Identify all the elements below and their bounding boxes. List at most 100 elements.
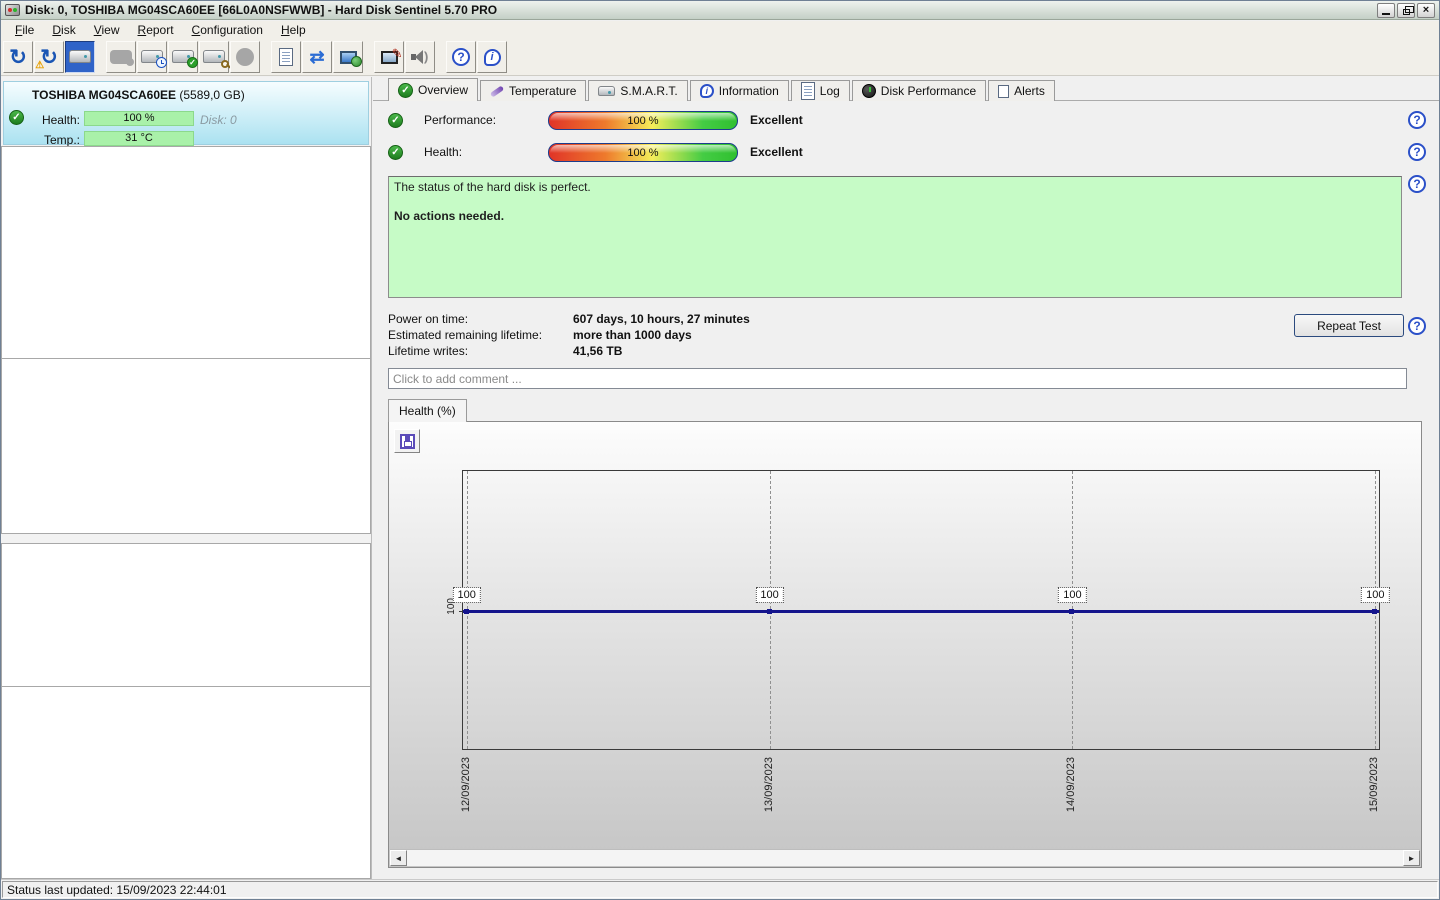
toolbar-disk-overview-button[interactable] bbox=[65, 41, 95, 73]
disk-capacity: (5589,0 GB) bbox=[179, 88, 244, 102]
disk-analyse-icon bbox=[203, 50, 225, 65]
titlebar: Disk: 0, TOSHIBA MG04SCA60EE [66L0A0NSFW… bbox=[1, 1, 1439, 20]
tab-label: Temperature bbox=[509, 84, 576, 98]
toolbar-refresh-button[interactable]: ↻ bbox=[3, 41, 33, 73]
health-rating: Excellent bbox=[750, 145, 803, 159]
performance-bar: 100 % bbox=[548, 111, 738, 130]
power-on-label: Power on time: bbox=[388, 312, 573, 328]
status-line1: The status of the hard disk is perfect. bbox=[394, 180, 1396, 195]
power-on-value: 607 days, 10 hours, 27 minutes bbox=[573, 312, 750, 328]
close-button[interactable]: × bbox=[1417, 3, 1435, 18]
toolbar-disk-accept-button[interactable]: ✓ bbox=[168, 41, 198, 73]
tab-overview[interactable]: ✓Overview bbox=[388, 78, 478, 101]
sidebar-disk-item[interactable]: TOSHIBA MG04SCA60EE (5589,0 GB) ✓ Health… bbox=[3, 81, 369, 145]
writes-value: 41,56 TB bbox=[573, 344, 622, 360]
tab-label: Alerts bbox=[1014, 84, 1045, 98]
sidebar: TOSHIBA MG04SCA60EE (5589,0 GB) ✓ Health… bbox=[1, 77, 372, 881]
performance-row: ✓ Performance: 100 % Excellent bbox=[388, 110, 803, 130]
refresh-icon: ↻ bbox=[9, 47, 27, 68]
repeat-test-help-icon[interactable]: ? bbox=[1408, 317, 1426, 335]
performance-rating: Excellent bbox=[750, 113, 803, 127]
temperature-icon bbox=[490, 85, 504, 97]
performance-bar-value: 100 % bbox=[627, 115, 658, 127]
disk-performance-icon bbox=[862, 84, 876, 98]
toolbar-network-button[interactable] bbox=[333, 41, 363, 73]
status-text-box: The status of the hard disk is perfect. … bbox=[388, 176, 1402, 298]
chart-x-tick-label: 14/09/2023 bbox=[1065, 757, 1077, 812]
menu-configuration[interactable]: Configuration bbox=[183, 22, 272, 38]
menu-view[interactable]: View bbox=[85, 22, 129, 38]
toolbar-info-button[interactable]: i bbox=[477, 41, 507, 73]
toolbar-help-button[interactable]: ? bbox=[446, 41, 476, 73]
disk-health-label: Health: bbox=[10, 113, 80, 127]
tab-log[interactable]: Log bbox=[791, 80, 850, 101]
writes-label: Lifetime writes: bbox=[388, 344, 573, 360]
tab-label: Disk Performance bbox=[881, 84, 976, 98]
lifetime-label: Estimated remaining lifetime: bbox=[388, 328, 573, 344]
disk-temp-bar: 31 °C bbox=[84, 131, 194, 146]
menu-help[interactable]: Help bbox=[272, 22, 315, 38]
tab-disk-performance[interactable]: Disk Performance bbox=[852, 80, 986, 101]
performance-help-icon[interactable]: ? bbox=[1408, 111, 1426, 129]
chart-scrollbar[interactable]: ◄ ► bbox=[390, 849, 1420, 866]
menu-file[interactable]: File bbox=[6, 22, 43, 38]
toolbar-sync-button[interactable]: ⇄ bbox=[302, 41, 332, 73]
report-icon bbox=[279, 48, 293, 66]
toolbar-preferences-button[interactable]: ✎ bbox=[374, 41, 404, 73]
disk-title: TOSHIBA MG04SCA60EE (5589,0 GB) bbox=[32, 88, 245, 102]
status-help-icon[interactable]: ? bbox=[1408, 175, 1426, 193]
repeat-test-button[interactable]: Repeat Test bbox=[1294, 314, 1404, 337]
chart-y-tick-mark bbox=[459, 611, 463, 612]
restore-button[interactable] bbox=[1397, 3, 1415, 18]
disk-temp-label: Temp.: bbox=[10, 133, 80, 147]
scroll-left-arrow-icon[interactable]: ◄ bbox=[390, 850, 407, 866]
tab-label: S.M.A.R.T. bbox=[620, 84, 677, 98]
tab-s-m-a-r-t[interactable]: S.M.A.R.T. bbox=[588, 80, 687, 101]
health-row: ✓ Health: 100 % Excellent bbox=[388, 142, 803, 162]
minimize-button[interactable] bbox=[1377, 3, 1395, 18]
menu-disk[interactable]: Disk bbox=[43, 22, 84, 38]
help-icon: ? bbox=[452, 48, 470, 66]
disk-index-label: Disk: 0 bbox=[200, 113, 237, 127]
health-help-icon[interactable]: ? bbox=[1408, 143, 1426, 161]
preferences-icon: ✎ bbox=[381, 51, 398, 64]
toolbar-detect-disks-button[interactable] bbox=[106, 41, 136, 73]
tab-temperature[interactable]: Temperature bbox=[480, 80, 586, 101]
s-m-a-r-t--icon bbox=[598, 86, 615, 96]
toolbar-refresh-alert-button[interactable]: ↻⚠ bbox=[34, 41, 64, 73]
chart-x-tick-label: 13/09/2023 bbox=[763, 757, 775, 812]
info-icon: i bbox=[484, 49, 501, 66]
chart-data-point bbox=[464, 609, 469, 614]
toolbar-disk-schedule-button[interactable] bbox=[137, 41, 167, 73]
toolbar-sound-button[interactable]: ) bbox=[405, 41, 435, 73]
sidebar-divider bbox=[2, 358, 370, 359]
chart-data-point bbox=[1372, 609, 1377, 614]
disk-schedule-icon bbox=[141, 50, 163, 65]
chart-plot: 100 10012/09/202310013/09/202310014/09/2… bbox=[462, 470, 1380, 750]
toolbar-surface-test-button[interactable] bbox=[230, 41, 260, 73]
tab-alerts[interactable]: Alerts bbox=[988, 80, 1055, 101]
scroll-right-arrow-icon[interactable]: ► bbox=[1403, 850, 1420, 866]
statusbar-text: Status last updated: 15/09/2023 22:44:01 bbox=[2, 881, 1438, 898]
minimize-icon bbox=[1382, 13, 1390, 15]
app-window: Disk: 0, TOSHIBA MG04SCA60EE [66L0A0NSFW… bbox=[0, 0, 1440, 900]
refresh-alert-icon: ↻⚠ bbox=[40, 47, 58, 68]
chart-container: 100 10012/09/202310013/09/202310014/09/2… bbox=[388, 421, 1422, 868]
toolbar-disk-analyse-button[interactable] bbox=[199, 41, 229, 73]
sidebar-divider bbox=[2, 686, 370, 687]
chart-save-button[interactable] bbox=[394, 429, 420, 453]
chart-tab-health[interactable]: Health (%) bbox=[388, 399, 467, 422]
toolbar: ↻ ↻⚠ ✓ ⇄ ✎)? i bbox=[1, 39, 1439, 76]
menu-report[interactable]: Report bbox=[129, 22, 183, 38]
tab-information[interactable]: iInformation bbox=[690, 80, 789, 101]
lifetime-value: more than 1000 days bbox=[573, 328, 692, 344]
log-icon bbox=[801, 82, 815, 100]
health-bar: 100 % bbox=[548, 143, 738, 162]
tab-label: Log bbox=[820, 84, 840, 98]
toolbar-report-button[interactable] bbox=[271, 41, 301, 73]
tab-bar: ✓Overview Temperature S.M.A.R.T. iInformati… bbox=[388, 78, 1057, 101]
window-title: Disk: 0, TOSHIBA MG04SCA60EE [66L0A0NSFW… bbox=[25, 3, 497, 17]
comment-input[interactable] bbox=[388, 368, 1407, 389]
alerts-icon bbox=[998, 85, 1009, 98]
health-label: Health: bbox=[424, 145, 548, 159]
